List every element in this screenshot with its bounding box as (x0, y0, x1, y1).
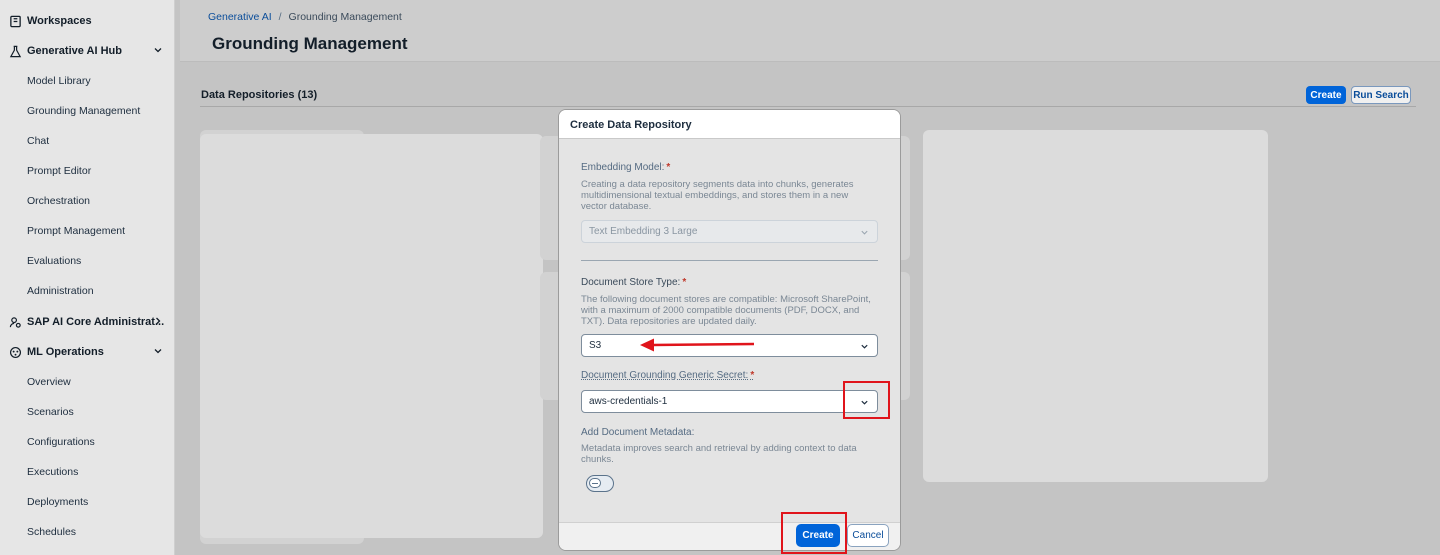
section-title: Data Repositories (13) (201, 89, 318, 101)
chevron-down-icon[interactable] (860, 342, 869, 351)
sidebar-item-sap-ai-core-administration[interactable]: SAP AI Core Administrat... (0, 311, 175, 333)
dialog-cancel-button[interactable]: Cancel (847, 524, 889, 547)
sidebar-item-label: Configurations (27, 436, 95, 448)
sidebar-item-schedules[interactable]: Schedules (0, 521, 175, 543)
ml-ops-icon (9, 346, 22, 359)
sidebar-item-configurations[interactable]: Configurations (0, 431, 175, 453)
sidebar-item-executions[interactable]: Executions (0, 461, 175, 483)
sidebar-item-label: Scenarios (27, 406, 74, 418)
repository-card[interactable] (200, 134, 543, 538)
sidebar-item-label: Deployments (27, 496, 89, 508)
sidebar-item-chat[interactable]: Chat (0, 130, 175, 152)
toggle-knob (589, 478, 601, 488)
document-metadata-toggle[interactable] (586, 475, 614, 492)
chevron-down-icon[interactable] (153, 346, 163, 356)
embedding-model-help: Creating a data repository segments data… (581, 179, 854, 212)
page-header: Generative AI / Grounding Management Gro… (180, 0, 1440, 62)
generic-secret-label: Document Grounding Generic Secret: * (581, 370, 754, 381)
generic-secret-value: aws-credentials-1 (589, 396, 668, 407)
sidebar-item-label: Workspaces (27, 15, 92, 27)
document-store-type-value: S3 (589, 340, 602, 351)
flask-icon (9, 45, 22, 58)
sidebar-item-label: ML Operations (27, 346, 104, 358)
sidebar-item-grounding-management[interactable]: Grounding Management (0, 100, 175, 122)
sidebar-item-label: SAP AI Core Administrat... (27, 316, 165, 328)
document-metadata-help: Metadata improves search and retrieval b… (581, 443, 857, 465)
document-store-type-label: Document Store Type: * (581, 277, 686, 288)
section-divider (200, 106, 1416, 107)
chevron-down-icon (860, 228, 869, 237)
document-store-type-help: The following document stores are compat… (581, 294, 871, 327)
sidebar-item-label: Evaluations (27, 255, 82, 267)
embedding-model-label-text: Embedding Model: (581, 162, 665, 173)
sidebar-item-label: Chat (27, 135, 50, 147)
sidebar-item-deployments[interactable]: Deployments (0, 491, 175, 513)
sidebar-item-prompt-editor[interactable]: Prompt Editor (0, 160, 175, 182)
highlight-box-secret-dropdown (843, 381, 890, 419)
sidebar-item-label: Administration (27, 285, 94, 297)
required-marker: * (682, 277, 687, 288)
page-title: Grounding Management (212, 34, 408, 53)
sidebar-item-label: Grounding Management (27, 105, 141, 117)
sidebar-item-administration[interactable]: Administration (0, 280, 175, 302)
sidebar: Workspaces Generative AI Hub Model Libra… (0, 0, 175, 555)
field-divider (581, 260, 878, 261)
sidebar-item-label: Overview (27, 376, 71, 388)
required-marker: * (666, 162, 671, 173)
document-store-type-label-text: Document Store Type: (581, 277, 681, 288)
document-metadata-label: Add Document Metadata: (581, 427, 695, 438)
sidebar-item-label: Executions (27, 466, 79, 478)
sidebar-item-label: Generative AI Hub (27, 45, 122, 57)
sidebar-item-scenarios[interactable]: Scenarios (0, 401, 175, 423)
sidebar-item-label: Prompt Editor (27, 165, 92, 177)
sidebar-item-model-library[interactable]: Model Library (0, 70, 175, 92)
run-search-button[interactable]: Run Search (1351, 86, 1411, 104)
dialog-title: Create Data Repository (570, 119, 692, 131)
chevron-down-icon[interactable] (153, 45, 163, 55)
breadcrumb-separator: / (278, 11, 282, 23)
breadcrumb-current: Grounding Management (288, 11, 402, 23)
highlight-box-create-button (781, 512, 847, 554)
breadcrumb: Generative AI / Grounding Management (208, 11, 402, 23)
workspaces-icon (9, 15, 22, 28)
sidebar-item-label: Orchestration (27, 195, 91, 207)
sidebar-item-generative-ai-hub[interactable]: Generative AI Hub (0, 40, 175, 62)
embedding-model-select: Text Embedding 3 Large (581, 220, 878, 243)
sidebar-item-label: Prompt Management (27, 225, 126, 237)
admin-user-icon (9, 316, 22, 329)
sidebar-item-label: Schedules (27, 526, 77, 538)
generic-secret-select[interactable]: aws-credentials-1 (581, 390, 878, 413)
sidebar-item-workspaces[interactable]: Workspaces (0, 10, 175, 32)
breadcrumb-link-generative-ai[interactable]: Generative AI (208, 11, 272, 23)
create-button[interactable]: Create (1306, 86, 1346, 104)
sidebar-item-orchestration[interactable]: Orchestration (0, 190, 175, 212)
chevron-right-icon[interactable] (153, 316, 163, 326)
generic-secret-label-text: Document Grounding Generic Secret: (581, 370, 749, 381)
sidebar-item-prompt-management[interactable]: Prompt Management (0, 220, 175, 242)
dialog-header: Create Data Repository (559, 110, 900, 139)
required-marker: * (750, 370, 755, 381)
embedding-model-value: Text Embedding 3 Large (589, 226, 698, 237)
sidebar-item-ml-operations[interactable]: ML Operations (0, 341, 175, 363)
arrow-annotation (640, 338, 755, 352)
sidebar-item-evaluations[interactable]: Evaluations (0, 250, 175, 272)
sidebar-item-overview[interactable]: Overview (0, 371, 175, 393)
sidebar-item-label: Model Library (27, 75, 91, 87)
embedding-model-label: Embedding Model: * (581, 162, 670, 173)
repository-card[interactable] (923, 130, 1268, 482)
